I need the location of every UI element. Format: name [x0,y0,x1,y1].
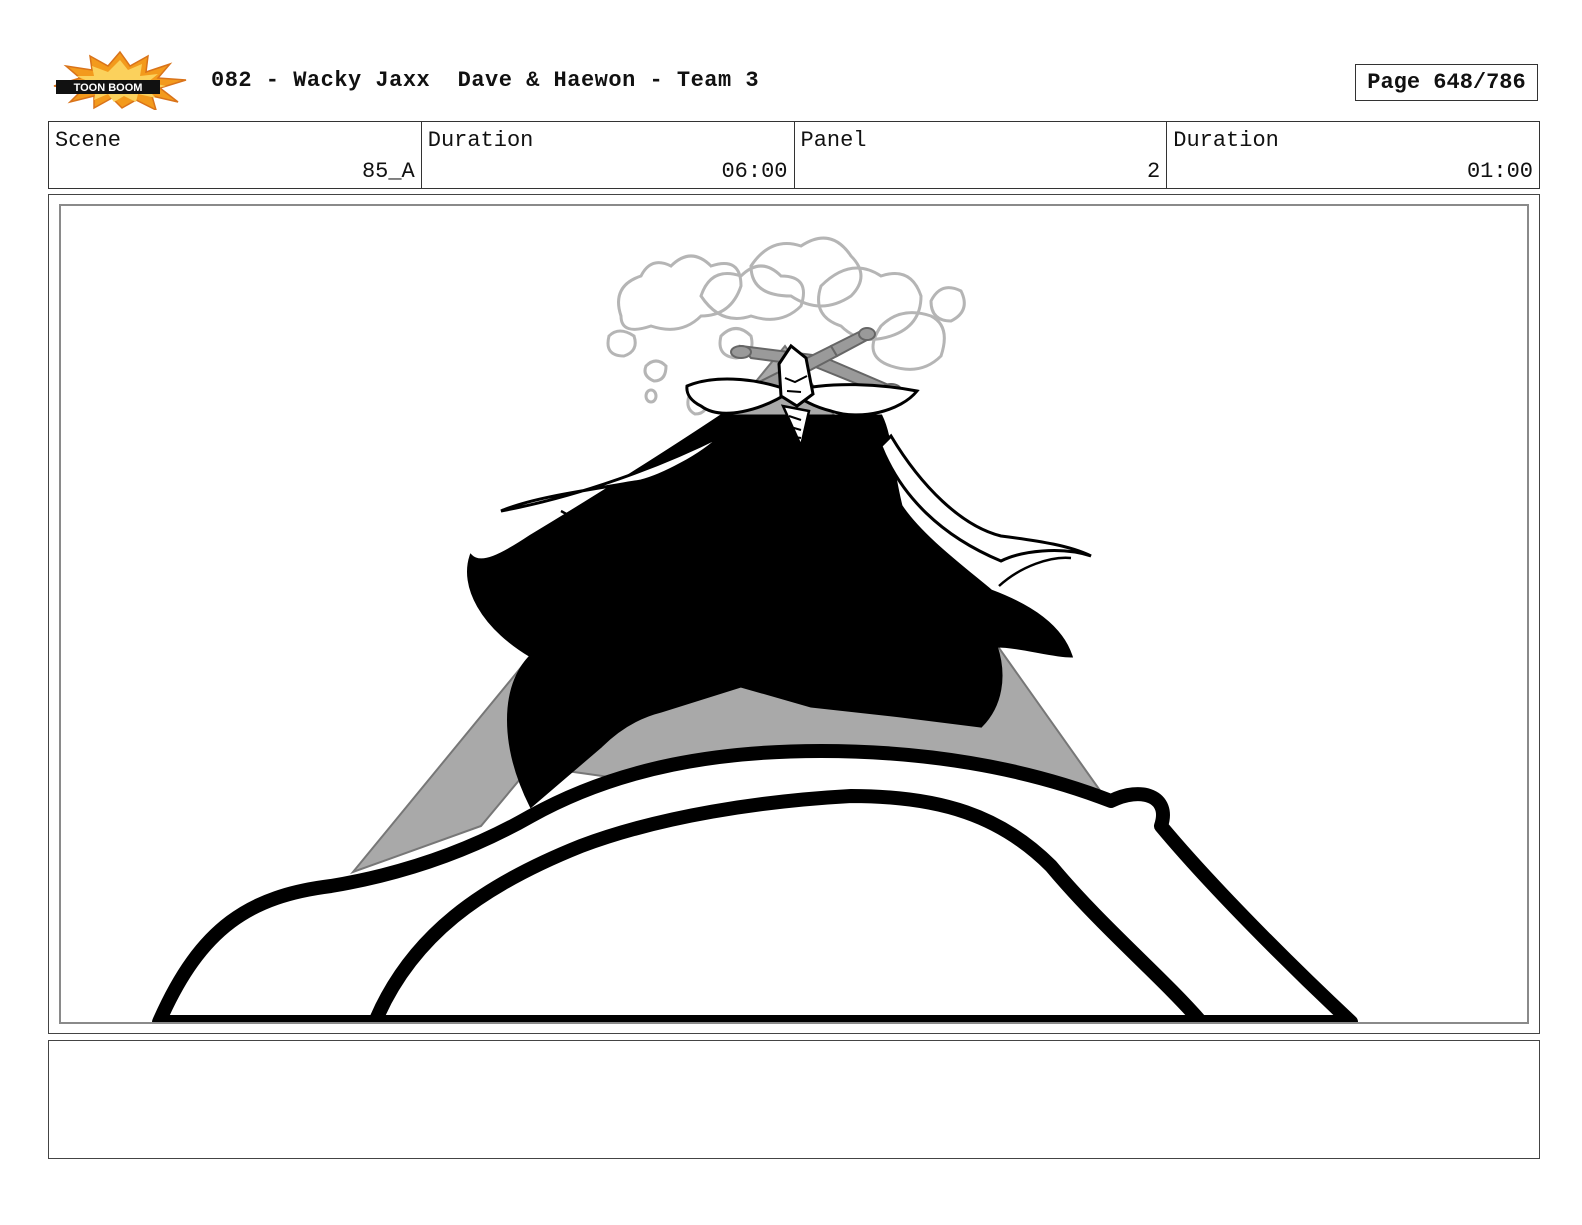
cape-streamer-right-curl [998,556,1072,587]
foreground-shoulder [152,744,1358,1022]
storyboard-drawing [152,236,1358,1022]
panel-duration-cell: Duration 01:00 [1167,122,1539,188]
scene-duration-value: 06:00 [721,159,788,184]
scene-value: 85_A [361,159,415,184]
page-number: Page 648/786 [1355,64,1538,101]
panel-duration-label: Duration [1173,128,1279,153]
panel-value: 2 [1147,159,1161,184]
storyboard-title: 082 - Wacky Jaxx Dave & Haewon - Team 3 [211,68,760,93]
scene-info-row: Scene 85_A Duration 06:00 Panel 2 Durati… [48,121,1540,189]
scene-cell: Scene 85_A [49,122,422,188]
scene-duration-cell: Duration 06:00 [422,122,795,188]
panel-image [59,204,1529,1024]
panel-label: Panel [800,128,867,153]
toon-boom-logo: TOON BOOM [52,50,188,112]
logo-text: TOON BOOM [74,82,143,94]
panel-duration-value: 01:00 [1466,159,1533,184]
scene-duration-label: Duration [427,128,534,153]
panel-frame [48,194,1540,1034]
panel-cell: Panel 2 [795,122,1168,188]
panel-notes [48,1040,1540,1159]
scene-label: Scene [55,128,122,153]
